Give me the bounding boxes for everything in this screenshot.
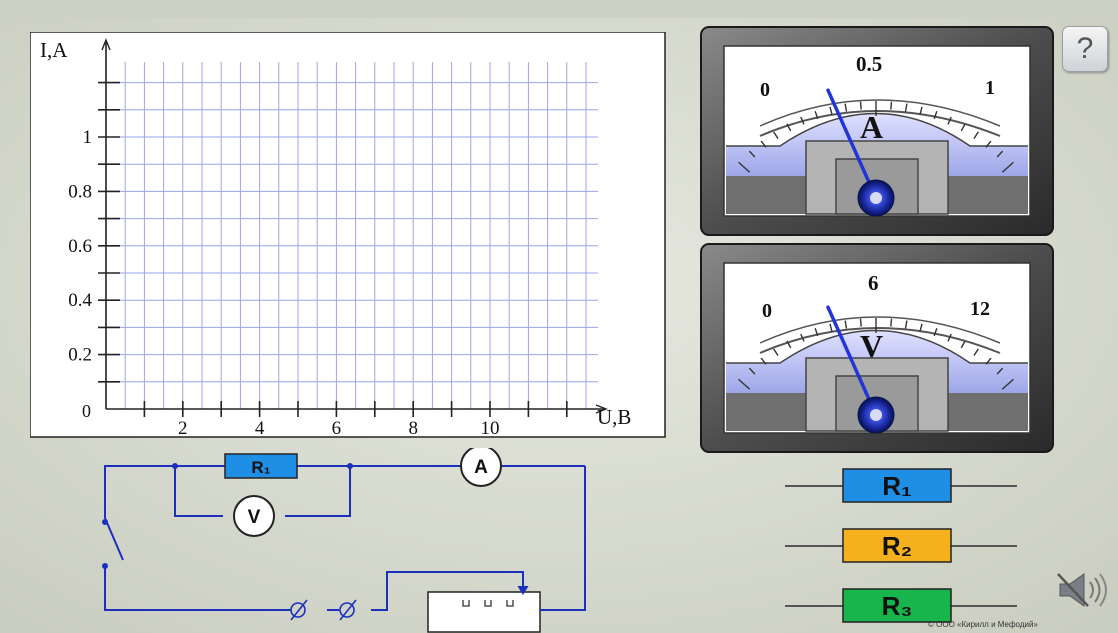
y-tick-label: 0.8 — [68, 181, 92, 202]
circuit-resistor-label: R₁ — [251, 458, 270, 477]
rheostat[interactable] — [427, 585, 553, 633]
ammeter-scale-label-max: 1 — [985, 77, 995, 99]
ammeter-unit-letter: A — [860, 109, 883, 145]
x-tick-label: 8 — [408, 418, 418, 438]
help-button[interactable]: ? — [1062, 26, 1108, 72]
voltmeter-unit-letter: V — [860, 328, 883, 364]
resistor-selector-r1[interactable]: R₁ — [785, 466, 1017, 506]
x-tick-label: 6 — [332, 418, 342, 438]
origin-label: 0 — [82, 401, 91, 421]
power-terminals — [290, 599, 357, 621]
x-tick-label: 4 — [255, 418, 265, 438]
svg-text:A: A — [474, 457, 488, 478]
x-tick-label: 2 — [178, 418, 188, 438]
voltmeter-gauge: 0 6 12 V — [700, 243, 1054, 453]
speaker-muted-icon[interactable] — [1054, 570, 1112, 610]
resistor-selector-r2[interactable]: R₂ — [785, 526, 1017, 566]
ammeter-gauge: 0 0.5 1 A — [700, 26, 1054, 236]
y-tick-label: 1 — [83, 127, 93, 148]
x-tick-label: 10 — [481, 418, 500, 438]
switch[interactable] — [102, 517, 124, 569]
resistor-selector-label: R₂ — [882, 531, 912, 561]
svg-text:V: V — [248, 507, 261, 528]
circuit-diagram: R₁ A V — [102, 448, 586, 633]
ammeter-scale-label-0: 0 — [760, 79, 770, 101]
circuit-ammeter-symbol: A — [460, 448, 502, 487]
voltmeter-scale-label-0: 0 — [762, 300, 772, 322]
circuit-resistor-r1[interactable]: R₁ — [224, 453, 298, 479]
circuit-voltmeter-symbol: V — [233, 495, 275, 537]
iv-graph: I,A U,B 0 0.2 0.4 0.6 0.8 1 2 4 6 8 10 — [30, 32, 666, 438]
resistor-selector-label: R₁ — [882, 471, 912, 501]
x-axis-label: U,B — [597, 405, 631, 429]
y-tick-label: 0.2 — [68, 345, 92, 366]
ammeter-scale-label-mid: 0.5 — [856, 52, 882, 76]
resistor-selector-label: R₃ — [882, 591, 913, 621]
y-axis-label: I,A — [40, 38, 68, 62]
voltmeter-scale-label-mid: 6 — [868, 271, 879, 295]
voltmeter-scale-label-max: 12 — [970, 298, 990, 320]
y-tick-label: 0.4 — [68, 290, 92, 311]
y-tick-label: 0.6 — [68, 236, 92, 257]
copyright-text: © ООО «Кирилл и Мефодий» — [928, 620, 1038, 629]
